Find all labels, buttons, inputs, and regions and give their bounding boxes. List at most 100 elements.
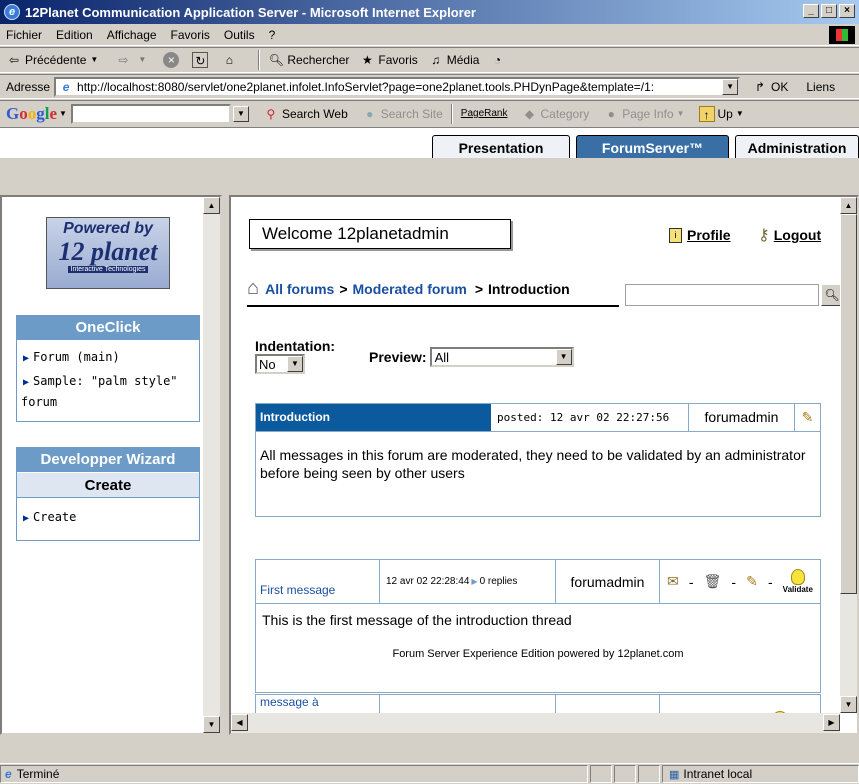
intro-post-title[interactable]: Introduction [256, 404, 491, 431]
title-bar: e 12Planet Communication Application Ser… [0, 0, 859, 24]
pagerank-label: PageRank [460, 108, 508, 119]
sidebar-item-sample-palm-cont[interactable]: forum [17, 391, 199, 413]
validate-label: Validate [782, 585, 813, 594]
google-dropdown-button[interactable]: ▼ [232, 105, 249, 122]
search-site-icon: ● [366, 106, 374, 121]
tab-presentation-label: Presentation [458, 139, 544, 156]
left-scrollbar[interactable]: ▲ ▼ [203, 197, 220, 733]
scroll-up-button[interactable]: ▲ [203, 197, 220, 214]
minimize-button[interactable]: _ [803, 4, 819, 18]
first-post-actions: ✉ - 🗑︎ - ✎ - Validate [660, 569, 820, 594]
back-button[interactable]: ⇦ Précédente ▼ [6, 52, 105, 68]
oneclick-title: OneClick [17, 316, 199, 340]
menu-edition[interactable]: Edition [56, 28, 93, 42]
google-search-input[interactable] [70, 103, 231, 124]
search-web-button[interactable]: ⚲ Search Web [263, 106, 348, 122]
wizard-title: Developper Wizard [17, 448, 199, 472]
stop-button[interactable]: × [163, 52, 182, 68]
google-logo[interactable]: Google [6, 104, 57, 124]
toolbar: ⇦ Précédente ▼ ⇨ ▼ × ↻ ⌂ 🔍︎ Rechercher ★… [0, 47, 859, 73]
tab-presentation[interactable]: Presentation [432, 135, 570, 159]
category-button[interactable]: ◆ Category [522, 106, 590, 122]
key-icon: ⚷ [758, 227, 770, 244]
trash-icon[interactable]: 🗑︎ [704, 573, 722, 590]
menu-affichage[interactable]: Affichage [107, 28, 157, 42]
page-info-label: Page Info [622, 106, 674, 121]
address-input[interactable]: e http://localhost:8080/servlet/one2plan… [54, 76, 741, 97]
tab-forumserver[interactable]: ForumServer™ [576, 135, 729, 159]
history-button[interactable]: ◔ [489, 52, 508, 68]
forum-search-input[interactable] [625, 284, 819, 306]
indentation-select[interactable]: No ▼ [255, 354, 305, 374]
breadcrumb-current: Introduction [488, 280, 570, 297]
links-label[interactable]: Liens [806, 80, 835, 94]
profile-link[interactable]: i Profile [669, 227, 731, 243]
search-site-button[interactable]: ● Search Site [362, 106, 443, 122]
pagerank-indicator[interactable]: PageRank [461, 108, 508, 119]
sidebar-item-create[interactable]: ▶ Create [17, 506, 199, 530]
bullet-arrow-icon: ▶ [23, 513, 30, 524]
menu-help[interactable]: ? [269, 28, 276, 42]
window-title: 12Planet Communication Application Serve… [25, 4, 476, 20]
search-web-label: Search Web [281, 106, 348, 121]
breadcrumb-separator: > [339, 280, 348, 297]
breadcrumb-all-forums[interactable]: All forums [265, 281, 334, 297]
first-post-header: First message 12 avr 02 22:28:44 ▶ 0 rep… [256, 560, 820, 604]
address-dropdown-button[interactable]: ▼ [722, 78, 739, 95]
breadcrumb-underline [247, 305, 619, 307]
scroll-up-button[interactable]: ▲ [840, 197, 857, 214]
main-vertical-scrollbar[interactable]: ▲ ▼ [840, 197, 857, 713]
breadcrumb-moderated-forum[interactable]: Moderated forum [353, 281, 467, 297]
scroll-down-button[interactable]: ▼ [203, 716, 220, 733]
logout-link[interactable]: ⚷ Logout [758, 225, 821, 245]
sidebar-item-sample-palm[interactable]: ▶ Sample: "palm style" [17, 370, 199, 391]
status-bar: e Terminé ▦ Intranet local [0, 763, 859, 784]
page-done-icon: e [5, 767, 12, 781]
forward-button[interactable]: ⇨ ▼ [115, 52, 153, 68]
scroll-down-button[interactable]: ▼ [840, 696, 857, 713]
home-button[interactable]: ⌂ [221, 52, 240, 68]
welcome-text: Welcome 12planetadmin [262, 224, 449, 243]
close-button[interactable]: × [839, 4, 855, 18]
pencil-icon[interactable]: ✎ [795, 409, 820, 426]
scroll-thumb[interactable] [840, 214, 857, 594]
menu-favoris[interactable]: Favoris [171, 28, 210, 42]
validate-button[interactable]: Validate [783, 569, 813, 594]
preview-select[interactable]: All ▼ [429, 347, 574, 367]
dash-separator: - [731, 573, 737, 590]
pencil-icon[interactable]: ✎ [746, 573, 758, 590]
search-label: Rechercher [287, 53, 350, 67]
chevron-down-icon[interactable]: ▼ [59, 109, 67, 118]
search-button[interactable]: 🔍︎ Rechercher [268, 52, 350, 68]
menu-outils[interactable]: Outils [224, 28, 255, 42]
menu-fichier[interactable]: Fichier [6, 28, 42, 42]
home-icon[interactable]: ⌂ [247, 277, 259, 300]
main-horizontal-scrollbar[interactable]: ◀ ▶ [231, 713, 840, 733]
category-label: Category [540, 106, 590, 121]
refresh-button[interactable]: ↻ [192, 52, 211, 68]
first-post-title[interactable]: First message [256, 560, 380, 603]
maximize-button[interactable]: □ [821, 4, 837, 18]
favorites-button[interactable]: ★ Favoris [359, 52, 418, 68]
intro-post-header: Introduction posted: 12 avr 02 22:27:56 … [256, 404, 820, 432]
sidebar-item-forum-main[interactable]: ▶ Forum (main) [17, 346, 199, 370]
go-label: OK [771, 79, 789, 94]
scroll-left-button[interactable]: ◀ [231, 714, 248, 731]
profile-icon: i [669, 227, 682, 243]
powered-by-logo[interactable]: Powered by 12 planet Interactive Technol… [46, 217, 170, 289]
up-button[interactable]: ↑ Up ▼ [698, 105, 744, 122]
indentation-control: Indentation: No ▼ [255, 338, 335, 374]
go-button[interactable]: ↱ OK [752, 79, 788, 95]
back-label: Précédente [25, 53, 87, 67]
wizard-panel: Developper Wizard Create ▶ Create [16, 447, 200, 541]
move-icon[interactable]: ✉ [667, 573, 679, 590]
tab-administration[interactable]: Administration [735, 135, 859, 159]
scroll-right-button[interactable]: ▶ [823, 714, 840, 731]
page-info-button[interactable]: ● Page Info ▼ [603, 106, 685, 122]
chevron-down-icon[interactable]: ▼ [86, 52, 102, 68]
bullet-arrow-icon: ▶ [23, 353, 30, 364]
media-button[interactable]: ♫ Média [428, 52, 479, 68]
chevron-down-icon[interactable]: ▼ [134, 52, 150, 68]
window-controls: _ □ × [803, 4, 855, 18]
intro-post-body: All messages in this forum are moderated… [260, 447, 806, 481]
